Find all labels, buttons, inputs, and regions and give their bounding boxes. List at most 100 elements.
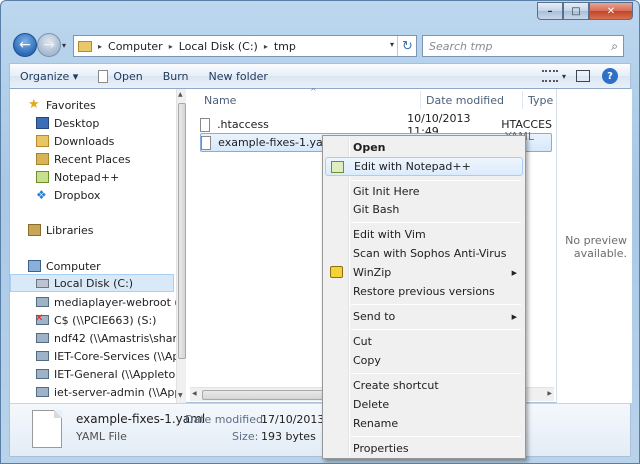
refresh-button[interactable]: ↻	[397, 36, 417, 56]
menu-separator	[351, 180, 521, 181]
nav-favorites[interactable]: ★ Favorites	[28, 96, 96, 114]
preview-message: No preview	[565, 234, 627, 247]
recent-places-icon	[36, 153, 49, 165]
nav-label: Downloads	[54, 134, 115, 148]
dropbox-icon: ❖	[36, 188, 47, 202]
navigation-pane: ★ Favorites Desktop Downloads Recent Pla…	[10, 89, 186, 403]
folder-icon	[78, 40, 92, 52]
menu-item-delete[interactable]: Delete	[325, 395, 523, 414]
breadcrumb-local-disk[interactable]: Local Disk (C:)	[179, 40, 258, 53]
column-header-type[interactable]: Type	[528, 89, 553, 111]
open-button[interactable]: Open	[88, 69, 152, 83]
menu-item-create-shortcut[interactable]: Create shortcut	[325, 376, 523, 395]
nav-notepadpp[interactable]: Notepad++	[36, 168, 119, 186]
nav-label: Recent Places	[54, 152, 131, 166]
preview-pane: No preview available.	[556, 89, 632, 403]
nav-label: Notepad++	[54, 170, 120, 184]
nav-desktop[interactable]: Desktop	[36, 114, 99, 132]
column-divider[interactable]	[420, 91, 421, 109]
new-folder-button[interactable]: New folder	[199, 70, 278, 83]
nav-network-drive[interactable]: IET-Core-Services (\\Applet	[36, 347, 186, 365]
address-history-dropdown[interactable]: ▾	[390, 40, 394, 49]
forward-arrow-icon: →	[43, 37, 55, 53]
menu-item-edit-vim[interactable]: Edit with Vim	[325, 225, 523, 244]
nav-computer[interactable]: Computer	[28, 257, 101, 275]
breadcrumb-separator[interactable]: ▸	[169, 42, 173, 51]
column-divider[interactable]	[522, 91, 523, 109]
network-drive-icon	[36, 351, 49, 361]
menu-separator	[351, 329, 521, 330]
menu-label: Send to	[353, 310, 396, 323]
scrollbar-thumb[interactable]	[178, 103, 186, 359]
main-area: ★ Favorites Desktop Downloads Recent Pla…	[9, 87, 632, 403]
menu-item-rename[interactable]: Rename	[325, 414, 523, 433]
minimize-button[interactable]: –	[537, 2, 563, 20]
libraries-icon	[28, 224, 41, 236]
nav-network-drive[interactable]: ndf42 (\\Amastris\shares) (	[36, 329, 186, 347]
menu-item-git-init[interactable]: Git Init Here	[325, 182, 523, 201]
nav-network-drive[interactable]: mediaplayer-webroot (\\C	[36, 293, 186, 311]
menu-item-copy[interactable]: Copy	[325, 351, 523, 370]
nav-label: Dropbox	[54, 188, 101, 202]
close-button[interactable]: ✕	[589, 2, 633, 20]
nav-local-disk[interactable]: Local Disk (C:)	[10, 274, 174, 292]
menu-separator	[351, 222, 521, 223]
address-bar[interactable]: ▸ Computer ▸ Local Disk (C:) ▸ tmp ▾	[73, 35, 417, 57]
nav-network-drive[interactable]: iet-server-admin (\\Applet	[36, 383, 186, 401]
scroll-left-icon[interactable]: ◀	[192, 390, 197, 397]
preview-pane-toggle-icon[interactable]	[576, 70, 590, 82]
burn-button[interactable]: Burn	[153, 70, 199, 83]
column-header-date[interactable]: Date modified	[426, 89, 504, 111]
refresh-icon: ↻	[402, 38, 413, 54]
notepadpp-icon	[36, 171, 49, 183]
menu-item-edit-notepadpp[interactable]: Edit with Notepad++	[325, 157, 523, 176]
breadcrumb-computer[interactable]: Computer	[108, 40, 163, 53]
details-size-label: Size:	[232, 430, 259, 443]
computer-icon	[28, 260, 41, 272]
back-button[interactable]: ←	[13, 33, 37, 57]
nav-label: ndf42 (\\Amastris\shares) (	[54, 331, 186, 345]
nav-downloads[interactable]: Downloads	[36, 132, 114, 150]
breadcrumb-separator[interactable]: ▸	[98, 42, 102, 51]
search-input[interactable]: Search tmp ⌕	[422, 35, 624, 57]
nav-dropbox[interactable]: ❖ Dropbox	[36, 186, 100, 204]
menu-separator	[351, 436, 521, 437]
desktop-icon	[36, 117, 49, 129]
network-drive-icon	[36, 333, 49, 343]
breadcrumb-separator[interactable]: ▸	[264, 42, 268, 51]
search-placeholder: Search tmp	[429, 39, 493, 53]
nav-recent-places[interactable]: Recent Places	[36, 150, 131, 168]
organize-menu[interactable]: Organize ▾	[10, 70, 88, 83]
scroll-down-icon[interactable]: ▼	[178, 392, 183, 399]
nav-label: Desktop	[54, 116, 100, 130]
menu-item-send-to[interactable]: Send to ▶	[325, 307, 523, 326]
file-icon	[200, 117, 211, 132]
file-icon	[201, 135, 212, 150]
menu-item-open[interactable]: Open	[325, 138, 523, 157]
nav-label: Libraries	[46, 223, 94, 237]
submenu-arrow-icon: ▶	[511, 268, 517, 277]
nav-label: IET-Core-Services (\\Applet	[54, 349, 186, 363]
nav-network-drive[interactable]: C$ (\\PCIE663) (S:)	[35, 311, 156, 329]
recent-pages-dropdown[interactable]: ▾	[62, 41, 66, 50]
view-options-dropdown[interactable]: ▾	[562, 72, 566, 81]
help-icon[interactable]: ?	[602, 68, 618, 84]
menu-item-scan-sophos[interactable]: Scan with Sophos Anti-Virus	[325, 244, 523, 263]
breadcrumb-tmp[interactable]: tmp	[274, 40, 296, 53]
nav-label: iet-server-admin (\\Applet	[54, 385, 186, 399]
maximize-button[interactable]: □	[563, 2, 589, 20]
scroll-right-icon[interactable]: ▶	[547, 390, 552, 397]
menu-item-cut[interactable]: Cut	[325, 332, 523, 351]
navigation-scrollbar[interactable]: ▲ ▼	[176, 89, 186, 403]
change-view-icon[interactable]	[541, 70, 558, 82]
nav-network-drive[interactable]: IET-General (\\Appleton) (	[36, 365, 186, 383]
forward-button[interactable]: →	[37, 33, 61, 57]
column-header-name[interactable]: Name	[204, 89, 236, 111]
menu-item-properties[interactable]: Properties	[325, 439, 523, 458]
nav-libraries[interactable]: Libraries	[28, 221, 94, 239]
menu-item-winzip[interactable]: WinZip ▶	[325, 263, 523, 282]
scroll-up-icon[interactable]: ▲	[178, 91, 183, 98]
file-row[interactable]: .htaccess 10/10/2013 11:49 HTACCES	[200, 112, 552, 138]
menu-item-restore-versions[interactable]: Restore previous versions	[325, 282, 523, 301]
menu-item-git-bash[interactable]: Git Bash	[325, 200, 523, 219]
